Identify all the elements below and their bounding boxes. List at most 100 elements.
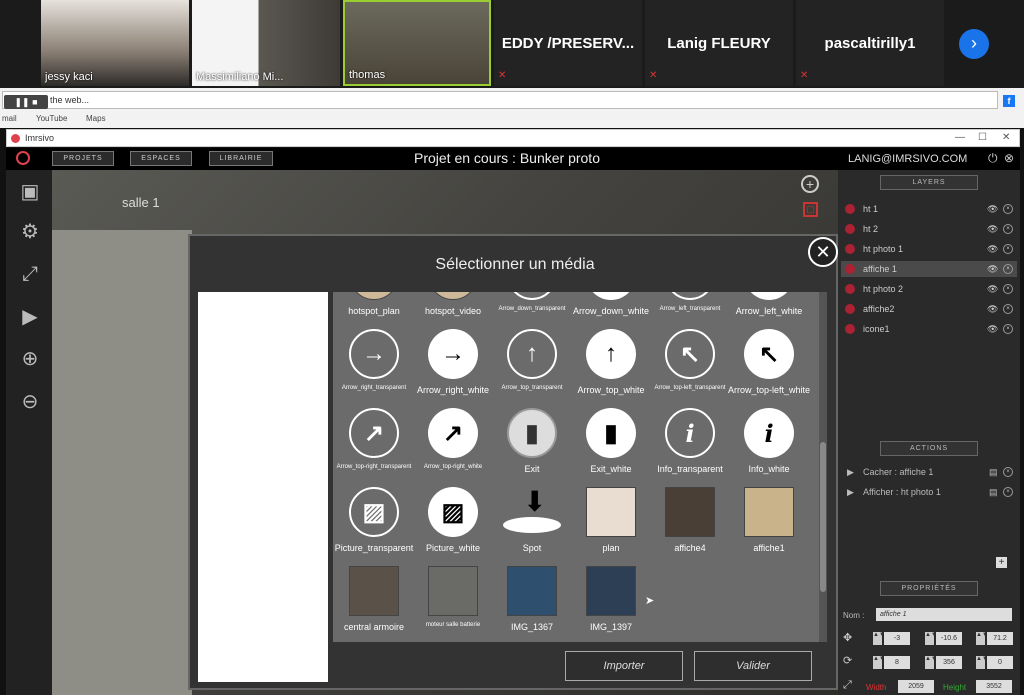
- eye-icon[interactable]: 👁: [987, 221, 998, 237]
- scrollbar-thumb[interactable]: [820, 442, 826, 592]
- eye-icon[interactable]: 👁: [987, 261, 998, 277]
- media-item[interactable]: ▨ Picture_white: [414, 487, 492, 567]
- next-participants-button[interactable]: ›: [959, 29, 989, 59]
- position-z-stepper[interactable]: ▲▼: [976, 632, 988, 645]
- rotation-z-field[interactable]: 0: [987, 656, 1013, 669]
- search-input[interactable]: Search the web...: [2, 91, 998, 109]
- remove-icon[interactable]: ×: [1003, 204, 1013, 214]
- media-item[interactable]: affiche1: [730, 487, 808, 567]
- bookmark-maps[interactable]: Maps: [86, 114, 106, 123]
- media-item[interactable]: IMG_1397: [572, 566, 650, 642]
- close-app-icon[interactable]: ⊗: [1004, 151, 1014, 165]
- tab-espaces[interactable]: Espaces: [130, 151, 192, 166]
- rotation-x-stepper[interactable]: ▲▼: [873, 656, 885, 669]
- width-field[interactable]: 2059: [898, 680, 934, 693]
- close-window-icon[interactable]: ✕: [1002, 132, 1010, 143]
- expand-arrow-icon[interactable]: ▶: [847, 484, 854, 500]
- media-item[interactable]: ▮ Exit: [493, 408, 571, 488]
- layer-item[interactable]: ht 1 👁 ×: [841, 201, 1017, 217]
- layer-item[interactable]: affiche 1 👁 ×: [841, 261, 1017, 277]
- maximize-icon[interactable]: ☐: [978, 132, 987, 143]
- name-field[interactable]: affiche 1: [876, 608, 1012, 621]
- position-x-field[interactable]: -3: [884, 632, 910, 645]
- document-icon[interactable]: ▤: [989, 464, 998, 480]
- media-item[interactable]: ↑ Arrow_top_transparent: [493, 329, 571, 409]
- bookmark-mail[interactable]: mail: [2, 114, 17, 123]
- rotation-y-field[interactable]: 356: [936, 656, 962, 669]
- participant-tile-eddy[interactable]: EDDY /PRESERV... ✕: [494, 0, 642, 86]
- add-action-icon[interactable]: +: [996, 557, 1007, 568]
- remove-icon[interactable]: ×: [1003, 264, 1013, 274]
- media-item[interactable]: ▨ Picture_transparent: [335, 487, 413, 567]
- tab-librairie[interactable]: Librairie: [209, 151, 273, 166]
- layer-item[interactable]: ht 2 👁 ×: [841, 221, 1017, 237]
- remove-icon[interactable]: ×: [1003, 224, 1013, 234]
- document-icon[interactable]: ▤: [989, 484, 998, 500]
- media-item[interactable]: → Arrow_right_white: [414, 329, 492, 409]
- media-scrollbar[interactable]: [819, 292, 827, 642]
- remove-icon[interactable]: ×: [1003, 467, 1013, 477]
- layer-item[interactable]: ht photo 1 👁 ×: [841, 241, 1017, 257]
- participant-tile-thomas[interactable]: thomas: [343, 0, 491, 86]
- participant-tile-massimiliano[interactable]: Massimiliano Mi...: [192, 0, 340, 86]
- height-field[interactable]: 3552: [976, 680, 1012, 693]
- remove-icon[interactable]: ×: [1003, 284, 1013, 294]
- expand-arrow-icon[interactable]: ▶: [847, 464, 854, 480]
- folder-pane[interactable]: [198, 292, 328, 682]
- media-item[interactable]: hotspot_video: [414, 292, 492, 330]
- position-y-field[interactable]: -10.6: [936, 632, 962, 645]
- media-item[interactable]: ↗ Arrow_top-right_transparent: [335, 408, 413, 488]
- zoom-in-icon[interactable]: ⊕: [18, 347, 42, 371]
- rotation-z-stepper[interactable]: ▲▼: [976, 656, 988, 669]
- minimize-icon[interactable]: —: [955, 132, 965, 143]
- bookmark-youtube[interactable]: YouTube: [36, 114, 67, 123]
- zoom-out-icon[interactable]: ⊖: [18, 390, 42, 414]
- media-item[interactable]: ↖ Arrow_top-left_transparent: [651, 329, 729, 409]
- layer-item[interactable]: icone1 👁 ×: [841, 321, 1017, 337]
- media-item[interactable]: ↗ Arrow_top-right_white: [414, 408, 492, 488]
- facebook-icon[interactable]: f: [1003, 95, 1015, 107]
- rotation-y-stepper[interactable]: ▲▼: [925, 656, 937, 669]
- eye-icon[interactable]: 👁: [987, 321, 998, 337]
- media-item[interactable]: ← Arrow_left_white: [730, 292, 808, 330]
- eye-icon[interactable]: 👁: [987, 281, 998, 297]
- fullscreen-icon[interactable]: ⤢: [18, 262, 42, 286]
- media-item[interactable]: hotspot_plan: [335, 292, 413, 330]
- media-item[interactable]: ↖ Arrow_top-left_white: [728, 329, 810, 409]
- import-button[interactable]: Importer: [565, 651, 683, 681]
- remove-icon[interactable]: ×: [1003, 244, 1013, 254]
- add-hotspot-icon[interactable]: +: [801, 175, 819, 193]
- participant-tile-lanig[interactable]: Lanig FLEURY ✕: [645, 0, 793, 86]
- media-item[interactable]: affiche4: [651, 487, 729, 567]
- save-icon[interactable]: ▣: [18, 180, 42, 204]
- hotspot-marker-icon[interactable]: ▢: [803, 202, 818, 217]
- media-item[interactable]: ← Arrow_left_transparent: [651, 292, 729, 330]
- remove-icon[interactable]: ×: [1003, 324, 1013, 334]
- pause-icon[interactable]: ❚❚ ■: [4, 95, 48, 109]
- position-y-stepper[interactable]: ▲▼: [925, 632, 937, 645]
- position-x-stepper[interactable]: ▲▼: [873, 632, 885, 645]
- media-item[interactable]: ▮ Exit_white: [572, 408, 650, 488]
- eye-icon[interactable]: 👁: [987, 241, 998, 257]
- media-item[interactable]: → Arrow_right_transparent: [335, 329, 413, 409]
- layer-item[interactable]: ht photo 2 👁 ×: [841, 281, 1017, 297]
- close-modal-icon[interactable]: ✕: [808, 237, 838, 267]
- media-item[interactable]: IMG_1367: [493, 566, 571, 642]
- media-item[interactable]: plan: [572, 487, 650, 567]
- rotation-x-field[interactable]: 8: [884, 656, 910, 669]
- media-item[interactable]: central armoire: [335, 566, 413, 642]
- remove-icon[interactable]: ×: [1003, 304, 1013, 314]
- remove-icon[interactable]: ×: [1003, 487, 1013, 497]
- validate-button[interactable]: Valider: [694, 651, 812, 681]
- media-item[interactable]: i Info_white: [730, 408, 808, 488]
- media-item[interactable]: ↓ Arrow_down_white: [572, 292, 650, 330]
- play-icon[interactable]: ▶: [18, 305, 42, 329]
- media-item[interactable]: i Info_transparent: [651, 408, 729, 488]
- participant-tile-jessy[interactable]: jessy kaci: [41, 0, 189, 86]
- media-item[interactable]: ↓ Arrow_down_transparent: [493, 292, 571, 330]
- media-item[interactable]: ⬇ Spot: [493, 487, 571, 567]
- power-icon[interactable]: ⏻: [988, 151, 998, 166]
- media-item[interactable]: moteur salle batterie: [414, 566, 492, 642]
- eye-icon[interactable]: 👁: [987, 301, 998, 317]
- gear-icon[interactable]: ⚙: [18, 220, 42, 244]
